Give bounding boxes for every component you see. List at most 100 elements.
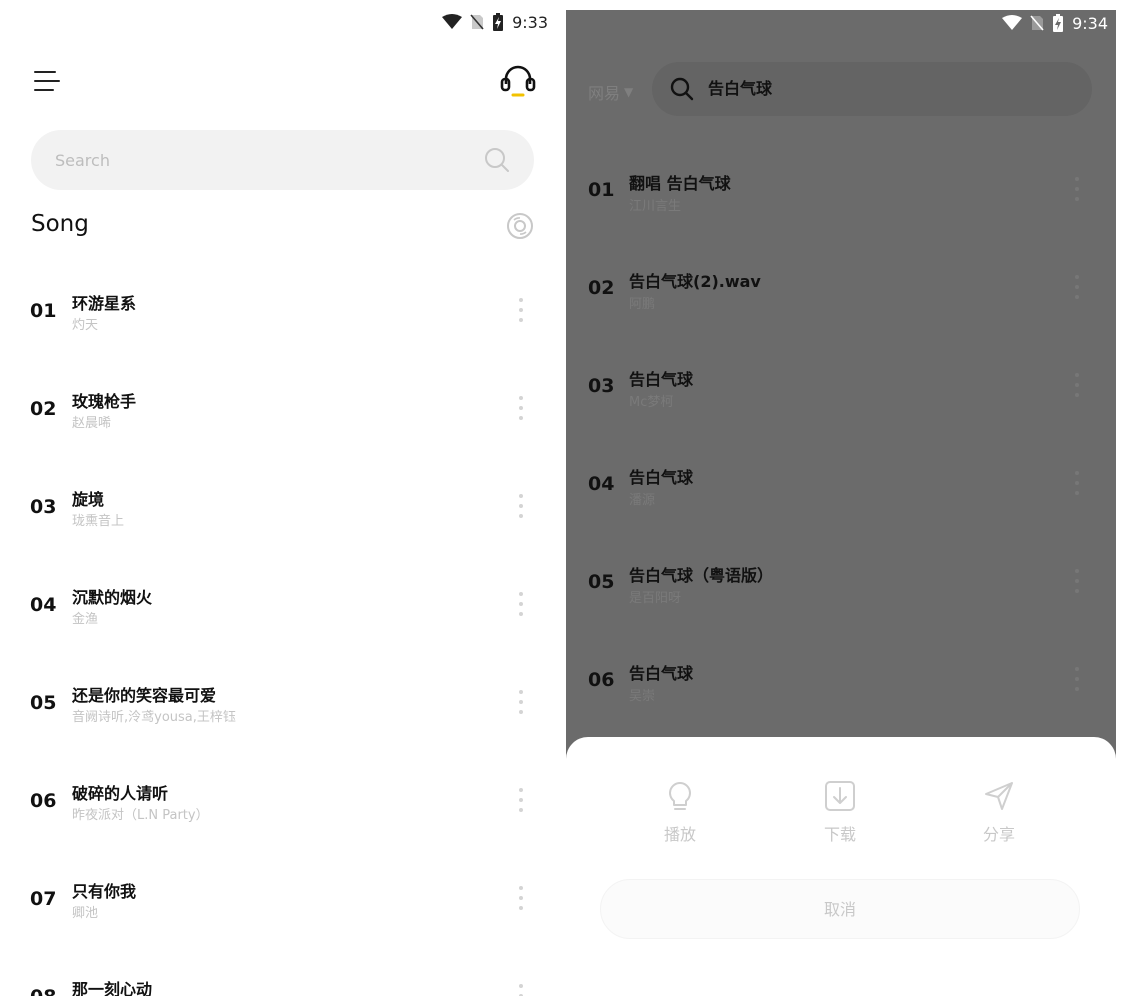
song-title: 玫瑰枪手 — [72, 392, 137, 411]
search-input[interactable] — [55, 130, 455, 190]
dropdown-arrow-icon: ▼ — [624, 85, 634, 99]
more-options-icon[interactable] — [1072, 271, 1082, 305]
vinyl-disc-icon[interactable] — [506, 212, 534, 240]
search-icon[interactable] — [670, 77, 694, 101]
status-bar: 9:33 — [442, 0, 556, 44]
song-artist: 珑熏音上 — [72, 514, 125, 529]
more-options-icon[interactable] — [516, 784, 526, 818]
wifi-icon — [442, 14, 463, 29]
cancel-button[interactable]: 取消 — [600, 879, 1080, 939]
song-number: 05 — [30, 692, 57, 714]
song-row[interactable]: 02 玫瑰枪手 赵晨唏 — [0, 364, 556, 454]
result-number: 01 — [588, 179, 615, 201]
song-artist: 赵晨唏 — [72, 416, 112, 431]
song-number: 03 — [30, 496, 57, 518]
share-button[interactable]: 分享 — [939, 779, 1059, 859]
search-bar[interactable]: 告白气球 — [652, 62, 1092, 116]
song-row[interactable]: 08 那一刻心动 — [0, 952, 556, 996]
play-label: 播放 — [663, 825, 696, 844]
more-options-icon[interactable] — [1072, 173, 1082, 207]
more-options-icon[interactable] — [516, 490, 526, 524]
search-bar[interactable] — [31, 130, 534, 190]
more-options-icon[interactable] — [516, 882, 526, 916]
headset-icon[interactable] — [498, 62, 538, 98]
download-icon — [825, 781, 855, 811]
song-title: 那一刻心动 — [72, 980, 153, 996]
song-title: 破碎的人请听 — [72, 784, 169, 803]
more-options-icon[interactable] — [1072, 467, 1082, 501]
song-title: 环游星系 — [72, 294, 137, 313]
song-row[interactable]: 01 环游星系 灼天 — [0, 266, 556, 356]
result-row[interactable]: 05 告白气球（粤语版） 是百阳呀 — [566, 533, 1116, 631]
more-options-icon[interactable] — [1072, 369, 1082, 403]
result-number: 05 — [588, 571, 615, 593]
song-row[interactable]: 03 旋境 珑熏音上 — [0, 462, 556, 552]
result-row[interactable]: 04 告白气球 潘源 — [566, 435, 1116, 533]
result-title: 告白气球 — [629, 468, 694, 487]
result-row[interactable]: 01 翻唱 告白气球 江川言生 — [566, 141, 1116, 239]
result-row[interactable]: 06 告白气球 吴崇 — [566, 631, 1116, 729]
more-options-icon[interactable] — [516, 392, 526, 426]
song-artist: 卿池 — [72, 906, 99, 921]
result-title: 告白气球（粤语版） — [629, 566, 774, 585]
share-label: 分享 — [982, 825, 1015, 844]
result-row[interactable]: 03 告白气球 Mc梦柯 — [566, 337, 1116, 435]
more-options-icon[interactable] — [516, 588, 526, 622]
search-results-screen: 9:34 网易 ▼ 告白气球 01 翻唱 告白气球 江川言生 02 告白气球(2… — [566, 10, 1116, 996]
song-title: 只有你我 — [72, 882, 137, 901]
song-list-screen: 9:33 Song 01 环游星系 灼天 02 玫瑰枪手 赵晨唏 — [0, 0, 556, 996]
result-artist: 是百阳呀 — [629, 591, 682, 606]
more-options-icon[interactable] — [516, 686, 526, 720]
source-label: 网易 — [588, 84, 621, 103]
send-icon — [985, 782, 1013, 810]
result-title: 翻唱 告白气球 — [629, 174, 731, 193]
play-button[interactable]: 播放 — [620, 779, 740, 859]
song-number: 07 — [30, 888, 57, 910]
song-artist: 音阙诗听,泠鸢yousa,王梓钰 — [72, 710, 236, 725]
song-title: 旋境 — [72, 490, 105, 509]
result-title: 告白气球(2).wav — [629, 272, 761, 291]
song-artist: 金渔 — [72, 612, 99, 627]
song-number: 08 — [30, 952, 56, 996]
more-options-icon[interactable] — [1072, 565, 1082, 599]
result-number: 06 — [588, 669, 615, 691]
song-title: 沉默的烟火 — [72, 588, 153, 607]
result-title: 告白气球 — [629, 664, 694, 683]
song-row[interactable]: 07 只有你我 卿池 — [0, 854, 556, 944]
result-artist: 潘源 — [629, 493, 656, 508]
result-title: 告白气球 — [629, 370, 694, 389]
status-bar: 9:34 — [1002, 10, 1116, 36]
result-number: 04 — [588, 473, 615, 495]
result-artist: 江川言生 — [629, 199, 682, 214]
menu-icon[interactable] — [34, 68, 60, 94]
source-selector[interactable]: 网易 ▼ — [588, 80, 633, 104]
result-number: 02 — [588, 277, 615, 299]
song-row[interactable]: 05 还是你的笑容最可爱 音阙诗听,泠鸢yousa,王梓钰 — [0, 658, 556, 748]
song-number: 02 — [30, 398, 57, 420]
result-artist: 阿鹏 — [629, 297, 656, 312]
result-artist: 吴崇 — [629, 689, 656, 704]
song-number: 04 — [30, 594, 57, 616]
song-row[interactable]: 06 破碎的人请听 昨夜派对（L.N Party） — [0, 756, 556, 846]
search-query[interactable]: 告白气球 — [708, 62, 772, 116]
status-time: 9:33 — [512, 12, 548, 32]
more-options-icon[interactable] — [1072, 663, 1082, 697]
no-sim-icon — [470, 14, 484, 30]
download-button[interactable]: 下载 — [780, 779, 900, 859]
download-label: 下载 — [823, 825, 856, 844]
result-number: 03 — [588, 375, 615, 397]
action-sheet: 播放 下载 分享 取消 — [566, 737, 1116, 996]
battery-charging-icon — [493, 13, 504, 31]
more-options-icon[interactable] — [516, 980, 526, 996]
result-row[interactable]: 02 告白气球(2).wav 阿鹏 — [566, 239, 1116, 337]
search-icon[interactable] — [484, 147, 510, 173]
lightbulb-icon — [669, 782, 691, 810]
song-artist: 昨夜派对（L.N Party） — [72, 808, 209, 823]
song-row[interactable]: 04 沉默的烟火 金渔 — [0, 560, 556, 650]
section-title: Song — [31, 211, 89, 237]
song-number: 01 — [30, 300, 57, 322]
more-options-icon[interactable] — [516, 294, 526, 328]
result-artist: Mc梦柯 — [629, 395, 674, 410]
no-sim-icon — [1030, 15, 1044, 31]
wifi-icon — [1002, 15, 1023, 30]
